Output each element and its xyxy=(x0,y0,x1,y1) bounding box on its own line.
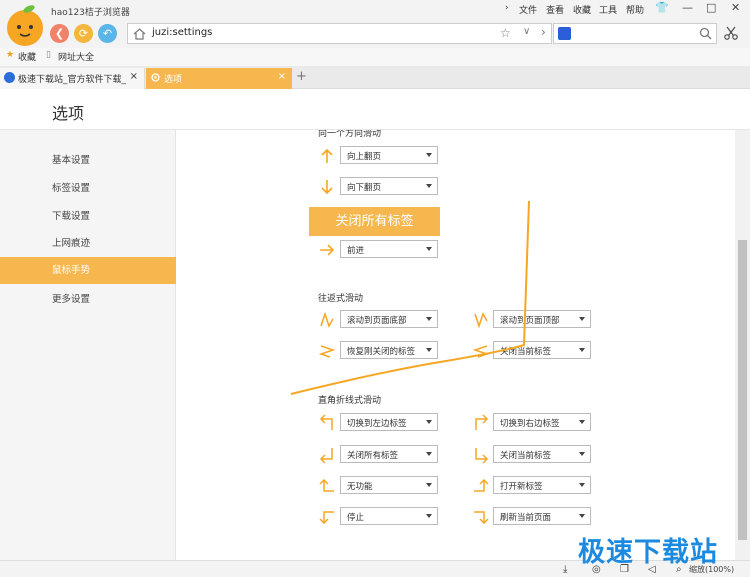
arrow-down-icon xyxy=(321,180,333,195)
undo-close-button[interactable]: ↶ xyxy=(98,24,117,43)
left-up-icon xyxy=(319,478,334,492)
gesture-select-up-left[interactable]: 切换到左边标签 xyxy=(340,413,438,431)
minimize-button[interactable]: — xyxy=(682,1,693,14)
site-icon xyxy=(4,72,15,83)
gesture-select-down[interactable]: 向下翻页 xyxy=(340,177,438,195)
star-icon: ★ xyxy=(6,50,15,60)
up-down-return-icon xyxy=(320,311,334,328)
bookmark-favorites[interactable]: 收藏 xyxy=(18,50,36,63)
gesture-settings-panel: 向一个方向滑动 向上翻页 向下翻页 后退 前进 往返式滑动 滚动到页面底部 滚动… xyxy=(177,130,735,560)
url-text[interactable]: juzi:settings xyxy=(152,27,212,38)
tab-label: 选项 xyxy=(164,75,183,85)
sidebar-item-basic[interactable]: 基本设置 xyxy=(0,147,176,174)
down-left-icon xyxy=(319,448,333,464)
settings-sidebar: 基本设置 标签设置 下载设置 上网痕迹 鼠标手势 更多设置 xyxy=(0,130,176,560)
left-right-return-icon xyxy=(472,345,490,358)
gesture-select-right-down[interactable]: 刷新当前页面 xyxy=(493,507,591,525)
title-bar: hao123桔子浏览器 › 文件 查看 收藏 工具 帮助 👕 — □ ✕ ❮ ⟳… xyxy=(0,0,750,48)
search-input[interactable] xyxy=(553,23,717,44)
gesture-select-right-up[interactable]: 打开新标签 xyxy=(493,476,591,494)
arrow-up-icon xyxy=(321,148,333,163)
menu-favorites[interactable]: 收藏 xyxy=(573,3,591,16)
gesture-select-right-left[interactable]: 恢复刚关闭的标签 xyxy=(340,341,438,359)
skin-icon[interactable]: 👕 xyxy=(655,1,669,14)
bookmark-site-nav[interactable]: 网址大全 xyxy=(58,50,94,63)
sidebar-item-more[interactable]: 更多设置 xyxy=(0,286,176,313)
tab-bar: 极速下载站_官方软件下载_ × 选项 × + xyxy=(0,66,750,89)
gesture-select-left-right[interactable]: 关闭当前标签 xyxy=(493,341,591,359)
sidebar-item-download[interactable]: 下载设置 xyxy=(0,203,176,230)
section-single-direction-label: 向一个方向滑动 xyxy=(318,130,382,139)
tab-label: 极速下载站_官方软件下载_ xyxy=(18,75,126,85)
tab-download-site[interactable]: 极速下载站_官方软件下载_ × xyxy=(0,68,145,89)
page-header: 选项 xyxy=(0,89,750,130)
down-up-return-icon xyxy=(474,312,488,329)
menu-tools[interactable]: 工具 xyxy=(599,3,617,16)
close-icon[interactable]: × xyxy=(130,71,138,82)
gesture-action-tooltip: 关闭所有标签 xyxy=(309,207,440,236)
scrollbar-thumb[interactable] xyxy=(738,240,747,540)
gesture-select-down-right[interactable]: 关闭当前标签 xyxy=(493,445,591,463)
up-right-icon xyxy=(475,414,489,430)
gesture-select-left-up[interactable]: 无功能 xyxy=(340,476,438,494)
app-title: hao123桔子浏览器 xyxy=(51,8,130,18)
menu-file[interactable]: 文件 xyxy=(519,3,537,16)
right-up-icon xyxy=(474,478,489,492)
watermark-text: 极速下载站 xyxy=(578,537,718,568)
sidebar-item-tabs[interactable]: 标签设置 xyxy=(0,175,176,202)
scissors-icon[interactable] xyxy=(724,26,738,40)
gear-icon xyxy=(151,73,160,82)
arrow-right-icon xyxy=(320,244,335,256)
menu-chevron-icon[interactable]: › xyxy=(505,3,509,13)
star-icon[interactable]: ☆ xyxy=(500,26,511,40)
download-icon[interactable]: ⤓ xyxy=(563,564,574,575)
tab-options[interactable]: 选项 × xyxy=(146,68,292,89)
left-down-icon xyxy=(319,511,334,525)
dropdown-chevron-icon[interactable]: ∨ xyxy=(523,26,530,37)
sidebar-item-mouse-gestures[interactable]: 鼠标手势 xyxy=(0,257,176,284)
right-left-return-icon xyxy=(318,345,336,358)
menu-help[interactable]: 帮助 xyxy=(626,3,644,16)
maximize-button[interactable]: □ xyxy=(706,1,716,14)
gesture-select-down-up[interactable]: 滚动到页面顶部 xyxy=(493,310,591,328)
gesture-select-right[interactable]: 前进 xyxy=(340,240,438,258)
page-icon: ▯ xyxy=(46,50,51,60)
right-down-icon xyxy=(474,511,489,525)
refresh-button[interactable]: ⟳ xyxy=(74,24,93,43)
gesture-select-up-right[interactable]: 切换到右边标签 xyxy=(493,413,591,431)
gesture-select-up[interactable]: 向上翻页 xyxy=(340,146,438,164)
new-tab-button[interactable]: + xyxy=(296,69,307,84)
up-left-icon xyxy=(319,414,333,430)
menu-view[interactable]: 查看 xyxy=(546,3,564,16)
orange-logo-icon xyxy=(7,5,43,46)
back-button[interactable]: ❮ xyxy=(50,24,69,43)
content-scrollbar[interactable] xyxy=(735,130,750,560)
gesture-select-up-down[interactable]: 滚动到页面底部 xyxy=(340,310,438,328)
section-polyline-label: 直角折线式滑动 xyxy=(318,396,382,406)
close-icon[interactable]: × xyxy=(278,71,286,82)
search-icon[interactable] xyxy=(699,27,712,40)
page-title: 选项 xyxy=(52,104,85,123)
home-icon[interactable] xyxy=(133,27,146,40)
gesture-select-left-down[interactable]: 停止 xyxy=(340,507,438,525)
address-bar[interactable]: juzi:settings ☆ ∨ › xyxy=(127,23,552,44)
close-window-button[interactable]: ✕ xyxy=(731,1,740,14)
bookmark-bar: ★ 收藏 ▯ 网址大全 xyxy=(0,48,750,66)
go-icon[interactable]: › xyxy=(541,25,546,39)
down-right-icon xyxy=(475,448,489,464)
section-round-trip-label: 往返式滑动 xyxy=(318,294,364,304)
gesture-select-down-left[interactable]: 关闭所有标签 xyxy=(340,445,438,463)
sidebar-item-history[interactable]: 上网痕迹 xyxy=(0,230,176,257)
search-engine-icon[interactable] xyxy=(558,27,571,40)
